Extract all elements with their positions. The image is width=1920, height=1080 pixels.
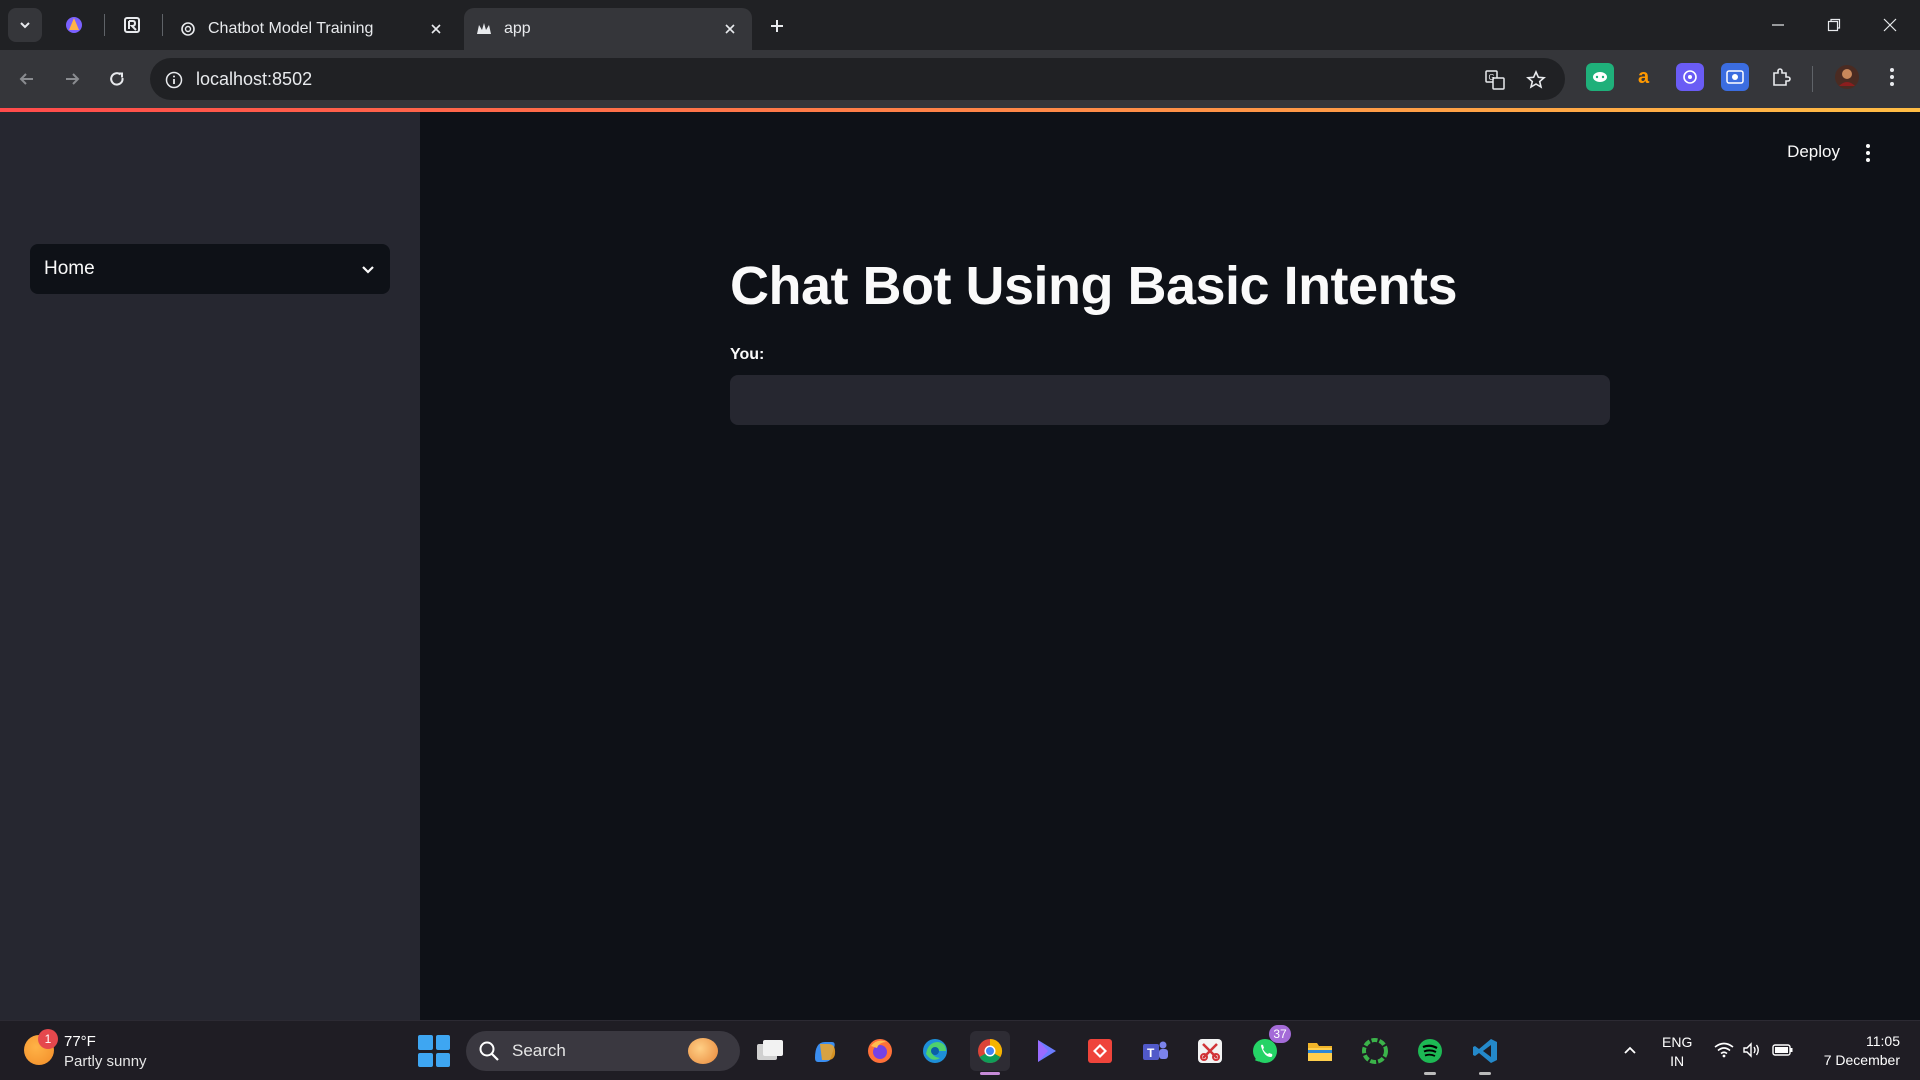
whatsapp-unread-badge: 37 bbox=[1269, 1025, 1291, 1043]
extension-purple-icon[interactable] bbox=[1676, 63, 1704, 91]
close-icon bbox=[1883, 18, 1897, 32]
taskbar: 1 77°F Partly sunny Search T 37 ENG IN 1… bbox=[0, 1020, 1920, 1080]
taskbar-clock[interactable]: 11:05 7 December bbox=[1824, 1032, 1900, 1070]
input-language[interactable]: ENG IN bbox=[1662, 1033, 1692, 1071]
page-select-value: Home bbox=[44, 258, 95, 279]
close-icon[interactable] bbox=[426, 19, 446, 39]
profile-avatar[interactable] bbox=[1833, 63, 1861, 91]
clock-date: 7 December bbox=[1823, 1052, 1900, 1068]
edge-icon[interactable] bbox=[915, 1031, 955, 1071]
colorful-app-icon bbox=[66, 17, 82, 33]
sidebar: Home bbox=[0, 112, 420, 1020]
plus-icon bbox=[771, 20, 783, 32]
browser-toolbar: localhost:8502 G a bbox=[0, 50, 1920, 108]
anydesk-icon[interactable] bbox=[1080, 1031, 1120, 1071]
taskbar-search[interactable]: Search bbox=[466, 1031, 740, 1071]
tab-search-button[interactable] bbox=[8, 8, 42, 42]
snipping-tool-icon[interactable] bbox=[1190, 1031, 1230, 1071]
url-text: localhost:8502 bbox=[196, 69, 313, 89]
r-logo-icon bbox=[124, 17, 140, 33]
reload-button[interactable] bbox=[100, 62, 134, 96]
notification-badge: 1 bbox=[38, 1029, 58, 1049]
chevron-up-icon bbox=[1624, 1046, 1636, 1054]
browser-menu-icon[interactable] bbox=[1878, 63, 1906, 91]
close-icon[interactable] bbox=[720, 19, 740, 39]
show-hidden-icons-button[interactable] bbox=[1618, 1039, 1642, 1063]
page-title: Chat Bot Using Basic Intents bbox=[730, 256, 1458, 316]
ring-app-icon[interactable] bbox=[1355, 1031, 1395, 1071]
weather-condition: Partly sunny bbox=[64, 1053, 147, 1070]
svg-text:G: G bbox=[1489, 73, 1495, 82]
chevron-down-icon bbox=[20, 22, 30, 29]
active-indicator bbox=[980, 1072, 1000, 1075]
tab-separator bbox=[162, 14, 163, 36]
arrow-left-icon bbox=[19, 73, 33, 85]
address-bar[interactable]: localhost:8502 G bbox=[150, 58, 1565, 100]
amazon-extension-icon[interactable]: a bbox=[1631, 63, 1659, 91]
firefox-icon[interactable] bbox=[860, 1031, 900, 1071]
restore-button[interactable] bbox=[1806, 0, 1862, 50]
weather-temp: 77°F bbox=[64, 1033, 96, 1050]
minimize-icon bbox=[1772, 24, 1784, 26]
chat-input[interactable] bbox=[730, 375, 1610, 425]
svg-text:a: a bbox=[1638, 66, 1650, 88]
deploy-button[interactable]: Deploy bbox=[1787, 142, 1840, 162]
chevron-down-icon bbox=[362, 266, 374, 274]
new-tab-button[interactable] bbox=[760, 12, 794, 40]
clock-time: 11:05 bbox=[1866, 1033, 1900, 1049]
search-label: Search bbox=[512, 1041, 566, 1060]
battery-icon[interactable] bbox=[1772, 1039, 1794, 1061]
volume-icon[interactable] bbox=[1741, 1039, 1763, 1061]
streamlit-crown-icon bbox=[476, 21, 492, 37]
tab-title: app bbox=[504, 20, 531, 37]
start-button[interactable] bbox=[418, 1035, 450, 1067]
wifi-icon[interactable] bbox=[1713, 1039, 1735, 1061]
chat-input-label: You: bbox=[730, 346, 765, 363]
minimize-button[interactable] bbox=[1750, 0, 1806, 50]
task-view-icon[interactable] bbox=[750, 1031, 790, 1071]
running-indicator bbox=[1479, 1072, 1491, 1075]
spotify-icon[interactable] bbox=[1410, 1031, 1450, 1075]
tab-chatbot-model-training[interactable]: Chatbot Model Training bbox=[168, 8, 458, 50]
app-header: Deploy bbox=[420, 112, 1920, 192]
copilot-icon[interactable] bbox=[805, 1031, 845, 1071]
pinned-tab-1[interactable] bbox=[54, 8, 94, 42]
arrow-right-icon bbox=[66, 73, 80, 85]
translate-icon[interactable]: G bbox=[1483, 68, 1507, 92]
screen-capture-extension-icon[interactable] bbox=[1721, 63, 1749, 91]
language-code: ENG bbox=[1662, 1034, 1693, 1050]
forward-button[interactable] bbox=[55, 62, 89, 96]
tab-separator bbox=[104, 14, 105, 36]
search-highlight-icon bbox=[688, 1038, 718, 1064]
file-explorer-icon[interactable] bbox=[1300, 1031, 1340, 1071]
search-icon bbox=[479, 1041, 499, 1061]
browser-tabstrip: Chatbot Model Training app bbox=[0, 0, 1920, 50]
toolbar-separator bbox=[1812, 66, 1813, 92]
region-code: IN bbox=[1670, 1053, 1685, 1069]
back-button[interactable] bbox=[10, 62, 44, 96]
windows-logo-icon bbox=[418, 1035, 433, 1050]
restore-icon bbox=[1827, 18, 1841, 32]
extensions-puzzle-icon[interactable] bbox=[1767, 63, 1795, 91]
svg-text:T: T bbox=[1147, 1046, 1155, 1060]
openai-icon bbox=[180, 21, 196, 37]
bookmark-star-icon[interactable] bbox=[1524, 68, 1548, 92]
tab-app[interactable]: app bbox=[464, 8, 752, 50]
page-select[interactable]: Home bbox=[30, 244, 390, 294]
close-window-button[interactable] bbox=[1862, 0, 1918, 50]
app-menu-icon[interactable] bbox=[1856, 140, 1880, 166]
whatsapp-icon[interactable]: 37 bbox=[1245, 1025, 1291, 1071]
running-indicator bbox=[1424, 1072, 1436, 1075]
media-player-icon[interactable] bbox=[1025, 1031, 1065, 1071]
tab-title: Chatbot Model Training bbox=[208, 20, 374, 37]
teams-icon[interactable]: T bbox=[1135, 1031, 1175, 1071]
weather-widget[interactable]: 1 77°F Partly sunny bbox=[20, 1029, 170, 1073]
chrome-icon[interactable] bbox=[970, 1031, 1010, 1075]
extension-chat-icon[interactable] bbox=[1586, 63, 1614, 91]
pinned-tab-2[interactable] bbox=[112, 8, 152, 42]
reload-icon bbox=[110, 72, 124, 86]
vscode-icon[interactable] bbox=[1465, 1031, 1505, 1075]
site-info-icon[interactable] bbox=[162, 68, 186, 92]
